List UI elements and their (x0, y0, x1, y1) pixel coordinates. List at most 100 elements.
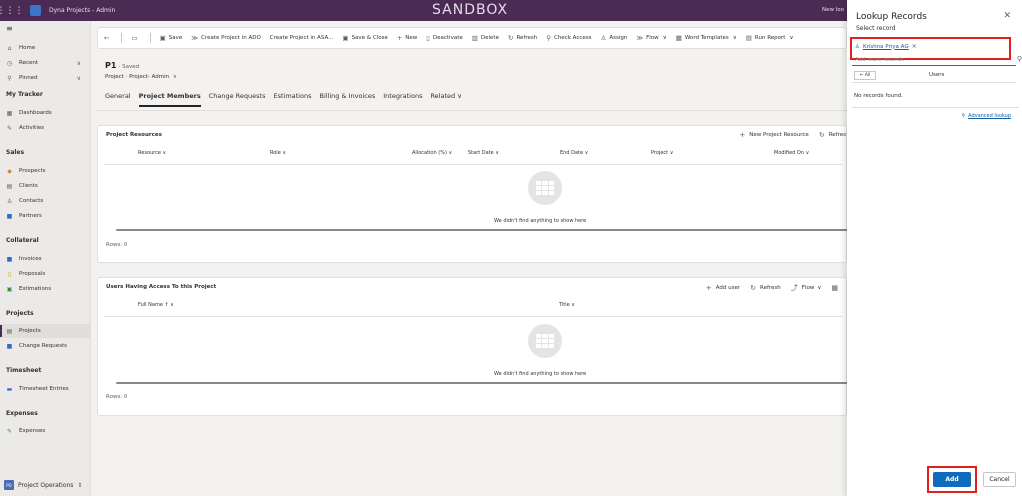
search-icon[interactable]: ⚲ (1017, 55, 1022, 63)
column-header-title[interactable]: Title ∨ (559, 302, 575, 308)
save-button[interactable]: ▣ Save (160, 34, 183, 42)
sidebar-item-clients[interactable]: ▤ Clients (0, 179, 91, 193)
run-report-button[interactable]: ▤ Run Report ∨ (746, 34, 794, 42)
sidebar-item-dashboards[interactable]: ▦ Dashboards (0, 106, 91, 120)
sidebar-item-projects[interactable]: ▤ Projects (0, 324, 91, 338)
new-project-resource-button[interactable]: + New Project Resource (739, 131, 808, 139)
sidebar-item-invoices[interactable]: ■ Invoices (0, 252, 91, 266)
plus-icon: + (396, 34, 403, 42)
create-project-asa-button[interactable]: Create Project in ASA... (270, 35, 334, 41)
projects-icon: ▤ (6, 327, 13, 335)
chevron-down-icon: ∨ (457, 92, 462, 100)
word-templates-button[interactable]: ▦ Word Templates ∨ (676, 34, 737, 42)
sidebar-item-label: Contacts (19, 198, 44, 204)
horizontal-scrollbar[interactable] (116, 382, 848, 384)
sidebar-item-pinned[interactable]: ⚲ Pinned ∨ (0, 71, 91, 85)
sidebar-item-expenses[interactable]: ✎ Expenses (0, 424, 91, 438)
check-access-button[interactable]: ⚲ Check Access (546, 34, 591, 42)
selected-record-name[interactable]: Krishna Priya AG (863, 44, 909, 50)
chevron-down-icon: ∨ (76, 74, 81, 82)
column-header-full-name[interactable]: Full Name ↑ ∨ (138, 302, 174, 308)
create-project-ado-button[interactable]: ≫ Create Project in ADO (191, 34, 261, 42)
save-close-button[interactable]: ▣ Save & Close (342, 34, 387, 42)
dashboard-icon: ▦ (6, 109, 13, 117)
refresh-button[interactable]: ↻ Refresh (508, 34, 537, 42)
flow-button[interactable]: ≫ Flow ∨ (636, 34, 666, 42)
new-button[interactable]: + New (397, 34, 417, 42)
entity-label: Users (929, 72, 945, 78)
sidebar-item-proposals[interactable]: ▯ Proposals (0, 267, 91, 281)
column-header-role[interactable]: Role ∨ (270, 150, 286, 156)
sidebar: ≡ ⌂ Home ◷ Recent ∨ ⚲ Pinned ∨ My Tracke… (0, 21, 91, 496)
delete-button[interactable]: ▥ Delete (472, 34, 499, 42)
sidebar-group-collateral: Collateral (6, 237, 39, 244)
app-launcher-icon[interactable]: ⋮⋮⋮ (0, 0, 24, 21)
column-header-allocation[interactable]: Allocation (%) ∨ (412, 150, 452, 156)
tab-project-members[interactable]: Project Members (138, 92, 201, 107)
add-button[interactable]: Add (933, 472, 971, 487)
popout-button[interactable]: ▭ (131, 34, 140, 42)
assign-icon: ♙ (600, 34, 607, 42)
tab-estimations[interactable]: Estimations (273, 92, 311, 107)
selected-record-chip[interactable]: ♙ Krishna Priya AG × (855, 43, 917, 50)
advanced-lookup-link[interactable]: ⚲ Advanced lookup (961, 113, 1011, 119)
sidebar-item-label: Home (19, 45, 36, 51)
hamburger-icon[interactable]: ≡ (6, 24, 13, 33)
sidebar-item-prospects[interactable]: ◆ Prospects (0, 164, 91, 178)
action-label: New Project Resource (749, 132, 809, 138)
sidebar-item-timesheet-entries[interactable]: ▬ Timesheet Entries (0, 382, 91, 396)
more-options-button[interactable]: ▦ (831, 283, 842, 293)
area-switcher[interactable]: PO Project Operations ⇕ (4, 480, 82, 490)
tab-related[interactable]: Related ∨ (430, 92, 462, 107)
chevron-down-icon: ∨ (732, 35, 737, 41)
refresh-button[interactable]: ↻ Refresh (750, 283, 781, 293)
empty-message: We didn't find anything to show here (494, 218, 587, 224)
deactivate-button[interactable]: ▯ Deactivate (426, 34, 462, 42)
tab-integrations[interactable]: Integrations (383, 92, 422, 107)
record-form-selector[interactable]: Project · Project- Admin (105, 74, 169, 80)
assign-button[interactable]: ♙ Assign (600, 34, 627, 42)
refresh-label: Refresh (516, 35, 538, 41)
trash-icon: ▥ (471, 34, 478, 42)
tab-change-requests[interactable]: Change Requests (209, 92, 266, 107)
tab-billing-invoices[interactable]: Billing & Invoices (319, 92, 375, 107)
sidebar-item-partners[interactable]: ■ Partners (0, 209, 91, 223)
project-resources-section: Project Resources + New Project Resource … (97, 125, 848, 263)
chevron-down-icon: ∨ (76, 59, 81, 67)
sidebar-item-home[interactable]: ⌂ Home (0, 41, 91, 55)
add-user-button[interactable]: + Add user (706, 283, 740, 293)
advanced-lookup-label: Advanced lookup (968, 113, 1011, 119)
column-header-project[interactable]: Project ∨ (651, 150, 673, 156)
sidebar-item-contacts[interactable]: ♙ Contacts (0, 194, 91, 208)
sidebar-item-activities[interactable]: ✎ Activities (0, 121, 91, 135)
column-header-modified-on[interactable]: Modified On ∨ (774, 150, 809, 156)
flow-button[interactable]: ⤴ Flow ∨ (791, 283, 822, 293)
column-header-resource[interactable]: Resource ∨ (138, 150, 166, 156)
row-count: Rows: 0 (106, 242, 128, 248)
divider (97, 110, 847, 111)
refresh-button[interactable]: ↻ Refres (819, 131, 846, 139)
sidebar-item-label: Proposals (19, 271, 46, 277)
tab-general[interactable]: General (105, 92, 131, 107)
chevron-down-icon: ∨ (817, 285, 822, 291)
change-request-icon: ■ (6, 342, 13, 350)
column-header-start-date[interactable]: Start Date ∨ (468, 150, 499, 156)
run-report-label: Run Report (754, 35, 786, 41)
column-header-end-date[interactable]: End Date ∨ (560, 150, 588, 156)
sidebar-item-change-requests[interactable]: ■ Change Requests (0, 339, 91, 353)
app-title[interactable]: Dyna Projects - Admin (49, 7, 115, 14)
sidebar-item-estimations[interactable]: ▣ Estimations (0, 282, 91, 296)
back-button[interactable]: ← (104, 34, 112, 42)
chevron-down-icon: ∨ (662, 35, 667, 41)
sidebar-group-expenses: Expenses (6, 410, 38, 417)
remove-icon[interactable]: × (912, 43, 917, 50)
sidebar-item-label: Dashboards (19, 110, 52, 116)
cancel-button[interactable]: Cancel (983, 472, 1016, 487)
sidebar-item-recent[interactable]: ◷ Recent ∨ (0, 56, 91, 70)
new-look-toggle[interactable]: New loo (822, 7, 844, 13)
close-icon[interactable]: ✕ (1003, 11, 1011, 21)
all-filter-button[interactable]: ← All (854, 71, 876, 80)
lookup-search-input[interactable]: Add more records ⚲ (852, 55, 1022, 66)
panel-subtitle: Select record (856, 25, 896, 32)
horizontal-scrollbar[interactable] (116, 229, 848, 231)
